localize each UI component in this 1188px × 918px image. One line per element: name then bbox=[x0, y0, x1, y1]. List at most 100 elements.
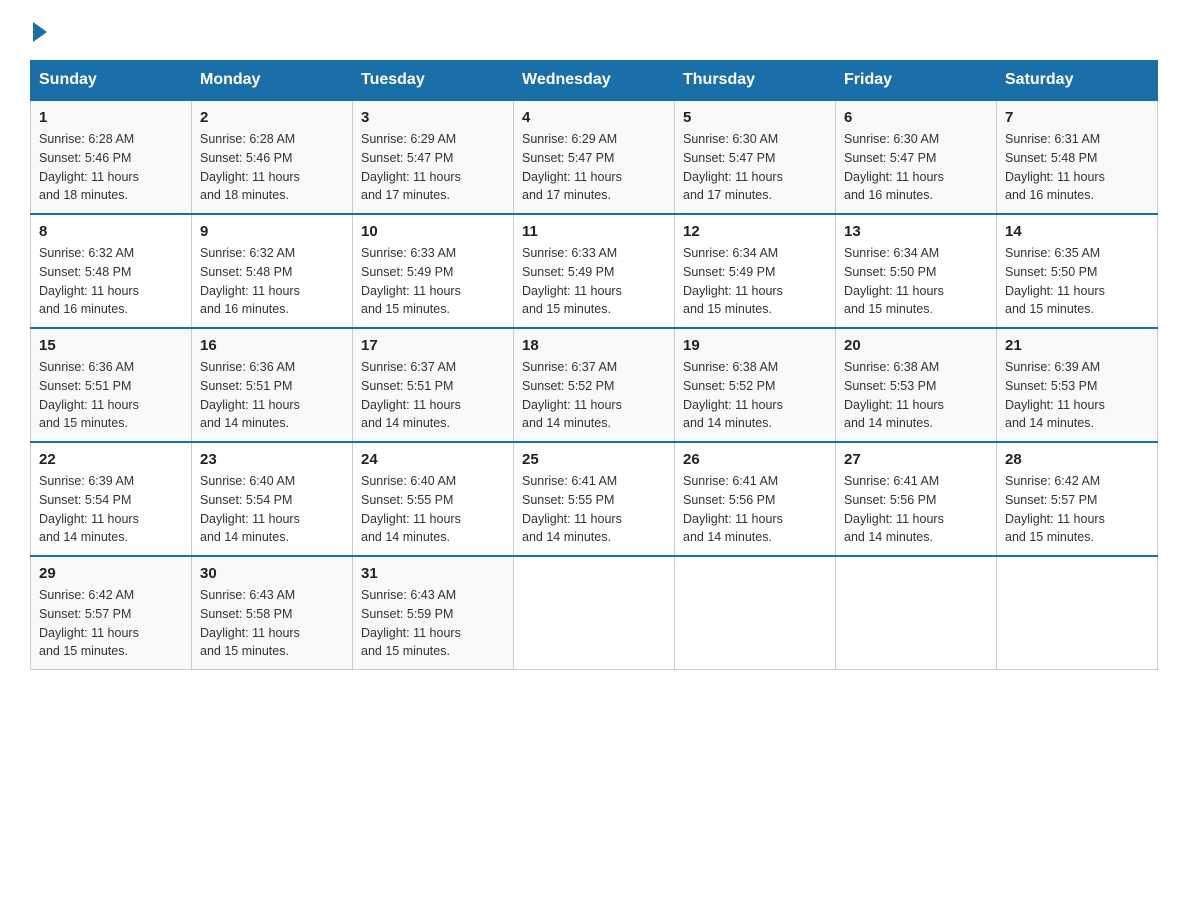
day-cell: 16Sunrise: 6:36 AMSunset: 5:51 PMDayligh… bbox=[192, 328, 353, 442]
day-cell: 4 Sunrise: 6:29 AMSunset: 5:47 PMDaylight… bbox=[514, 100, 675, 214]
day-number: 2 bbox=[200, 109, 344, 126]
day-cell: 14Sunrise: 6:35 AMSunset: 5:50 PMDayligh… bbox=[997, 214, 1158, 328]
week-row-5: 29Sunrise: 6:42 AMSunset: 5:57 PMDayligh… bbox=[31, 556, 1158, 670]
day-info: Sunrise: 6:34 AMSunset: 5:49 PMDaylight:… bbox=[683, 244, 827, 319]
day-cell: 31 Sunrise: 6:43 AMSunset: 5:59 PMDayligh… bbox=[353, 556, 514, 670]
day-number: 22 bbox=[39, 451, 183, 468]
day-info: Sunrise: 6:30 AMSunset: 5:47 PMDaylight:… bbox=[683, 130, 827, 205]
day-number: 12 bbox=[683, 223, 827, 240]
day-number: 28 bbox=[1005, 451, 1149, 468]
day-info: Sunrise: 6:29 AMSunset: 5:47 PMDaylight:… bbox=[522, 130, 666, 205]
day-cell: 10 Sunrise: 6:33 AMSunset: 5:49 PMDayligh… bbox=[353, 214, 514, 328]
day-info: Sunrise: 6:30 AMSunset: 5:47 PMDaylight:… bbox=[844, 130, 988, 205]
day-number: 6 bbox=[844, 109, 988, 126]
day-cell: 21 Sunrise: 6:39 AMSunset: 5:53 PMDayligh… bbox=[997, 328, 1158, 442]
day-number: 10 bbox=[361, 223, 505, 240]
day-cell: 30 Sunrise: 6:43 AMSunset: 5:58 PMDayligh… bbox=[192, 556, 353, 670]
day-info: Sunrise: 6:33 AMSunset: 5:49 PMDaylight:… bbox=[522, 244, 666, 319]
logo bbox=[30, 20, 47, 42]
day-number: 4 bbox=[522, 109, 666, 126]
day-info: Sunrise: 6:41 AMSunset: 5:56 PMDaylight:… bbox=[683, 472, 827, 547]
day-number: 29 bbox=[39, 565, 183, 582]
calendar-body: 1 Sunrise: 6:28 AMSunset: 5:46 PMDaylight… bbox=[31, 100, 1158, 670]
day-cell: 19 Sunrise: 6:38 AMSunset: 5:52 PMDayligh… bbox=[675, 328, 836, 442]
day-info: Sunrise: 6:40 AMSunset: 5:55 PMDaylight:… bbox=[361, 472, 505, 547]
day-info: Sunrise: 6:41 AMSunset: 5:56 PMDaylight:… bbox=[844, 472, 988, 547]
calendar-header: SundayMondayTuesdayWednesdayThursdayFrid… bbox=[31, 61, 1158, 101]
day-info: Sunrise: 6:37 AMSunset: 5:52 PMDaylight:… bbox=[522, 358, 666, 433]
day-cell: 5 Sunrise: 6:30 AMSunset: 5:47 PMDaylight… bbox=[675, 100, 836, 214]
day-number: 5 bbox=[683, 109, 827, 126]
day-info: Sunrise: 6:34 AMSunset: 5:50 PMDaylight:… bbox=[844, 244, 988, 319]
day-info: Sunrise: 6:38 AMSunset: 5:53 PMDaylight:… bbox=[844, 358, 988, 433]
day-info: Sunrise: 6:37 AMSunset: 5:51 PMDaylight:… bbox=[361, 358, 505, 433]
day-number: 31 bbox=[361, 565, 505, 582]
day-number: 21 bbox=[1005, 337, 1149, 354]
day-number: 20 bbox=[844, 337, 988, 354]
day-number: 27 bbox=[844, 451, 988, 468]
header-cell-thursday: Thursday bbox=[675, 61, 836, 101]
day-cell: 22Sunrise: 6:39 AMSunset: 5:54 PMDayligh… bbox=[31, 442, 192, 556]
day-number: 1 bbox=[39, 109, 183, 126]
day-cell: 25 Sunrise: 6:41 AMSunset: 5:55 PMDayligh… bbox=[514, 442, 675, 556]
header-cell-saturday: Saturday bbox=[997, 61, 1158, 101]
day-cell: 2 Sunrise: 6:28 AMSunset: 5:46 PMDaylight… bbox=[192, 100, 353, 214]
header-cell-sunday: Sunday bbox=[31, 61, 192, 101]
day-number: 14 bbox=[1005, 223, 1149, 240]
day-cell bbox=[675, 556, 836, 670]
day-number: 15 bbox=[39, 337, 183, 354]
day-info: Sunrise: 6:36 AMSunset: 5:51 PMDaylight:… bbox=[39, 358, 183, 433]
day-info: Sunrise: 6:39 AMSunset: 5:53 PMDaylight:… bbox=[1005, 358, 1149, 433]
day-cell bbox=[836, 556, 997, 670]
day-number: 17 bbox=[361, 337, 505, 354]
week-row-1: 1 Sunrise: 6:28 AMSunset: 5:46 PMDaylight… bbox=[31, 100, 1158, 214]
header-cell-tuesday: Tuesday bbox=[353, 61, 514, 101]
day-cell: 11Sunrise: 6:33 AMSunset: 5:49 PMDayligh… bbox=[514, 214, 675, 328]
day-number: 26 bbox=[683, 451, 827, 468]
day-cell: 23 Sunrise: 6:40 AMSunset: 5:54 PMDayligh… bbox=[192, 442, 353, 556]
header-row: SundayMondayTuesdayWednesdayThursdayFrid… bbox=[31, 61, 1158, 101]
logo-arrow-icon bbox=[33, 22, 47, 42]
day-info: Sunrise: 6:28 AMSunset: 5:46 PMDaylight:… bbox=[200, 130, 344, 205]
day-cell: 15 Sunrise: 6:36 AMSunset: 5:51 PMDayligh… bbox=[31, 328, 192, 442]
day-cell: 26 Sunrise: 6:41 AMSunset: 5:56 PMDayligh… bbox=[675, 442, 836, 556]
day-number: 7 bbox=[1005, 109, 1149, 126]
day-cell: 7Sunrise: 6:31 AMSunset: 5:48 PMDaylight… bbox=[997, 100, 1158, 214]
day-cell: 27 Sunrise: 6:41 AMSunset: 5:56 PMDayligh… bbox=[836, 442, 997, 556]
day-number: 30 bbox=[200, 565, 344, 582]
week-row-2: 8 Sunrise: 6:32 AMSunset: 5:48 PMDaylight… bbox=[31, 214, 1158, 328]
day-number: 19 bbox=[683, 337, 827, 354]
day-info: Sunrise: 6:38 AMSunset: 5:52 PMDaylight:… bbox=[683, 358, 827, 433]
day-cell: 12 Sunrise: 6:34 AMSunset: 5:49 PMDayligh… bbox=[675, 214, 836, 328]
day-number: 23 bbox=[200, 451, 344, 468]
day-cell: 3 Sunrise: 6:29 AMSunset: 5:47 PMDaylight… bbox=[353, 100, 514, 214]
day-cell: 1Sunrise: 6:28 AMSunset: 5:46 PMDaylight… bbox=[31, 100, 192, 214]
day-number: 18 bbox=[522, 337, 666, 354]
day-info: Sunrise: 6:43 AMSunset: 5:59 PMDaylight:… bbox=[361, 586, 505, 661]
day-cell: 8Sunrise: 6:32 AMSunset: 5:48 PMDaylight… bbox=[31, 214, 192, 328]
day-number: 24 bbox=[361, 451, 505, 468]
day-cell: 24 Sunrise: 6:40 AMSunset: 5:55 PMDayligh… bbox=[353, 442, 514, 556]
day-cell bbox=[514, 556, 675, 670]
day-number: 8 bbox=[39, 223, 183, 240]
week-row-3: 15 Sunrise: 6:36 AMSunset: 5:51 PMDayligh… bbox=[31, 328, 1158, 442]
day-number: 3 bbox=[361, 109, 505, 126]
day-info: Sunrise: 6:32 AMSunset: 5:48 PMDaylight:… bbox=[200, 244, 344, 319]
day-number: 25 bbox=[522, 451, 666, 468]
day-cell: 6 Sunrise: 6:30 AMSunset: 5:47 PMDaylight… bbox=[836, 100, 997, 214]
day-cell: 20 Sunrise: 6:38 AMSunset: 5:53 PMDayligh… bbox=[836, 328, 997, 442]
day-cell bbox=[997, 556, 1158, 670]
day-cell: 18 Sunrise: 6:37 AMSunset: 5:52 PMDayligh… bbox=[514, 328, 675, 442]
day-cell: 28Sunrise: 6:42 AMSunset: 5:57 PMDayligh… bbox=[997, 442, 1158, 556]
day-info: Sunrise: 6:40 AMSunset: 5:54 PMDaylight:… bbox=[200, 472, 344, 547]
day-cell: 29Sunrise: 6:42 AMSunset: 5:57 PMDayligh… bbox=[31, 556, 192, 670]
day-info: Sunrise: 6:29 AMSunset: 5:47 PMDaylight:… bbox=[361, 130, 505, 205]
day-info: Sunrise: 6:43 AMSunset: 5:58 PMDaylight:… bbox=[200, 586, 344, 661]
calendar-table: SundayMondayTuesdayWednesdayThursdayFrid… bbox=[30, 60, 1158, 670]
day-cell: 13Sunrise: 6:34 AMSunset: 5:50 PMDayligh… bbox=[836, 214, 997, 328]
header-cell-wednesday: Wednesday bbox=[514, 61, 675, 101]
day-info: Sunrise: 6:33 AMSunset: 5:49 PMDaylight:… bbox=[361, 244, 505, 319]
day-info: Sunrise: 6:41 AMSunset: 5:55 PMDaylight:… bbox=[522, 472, 666, 547]
day-number: 9 bbox=[200, 223, 344, 240]
header-cell-friday: Friday bbox=[836, 61, 997, 101]
